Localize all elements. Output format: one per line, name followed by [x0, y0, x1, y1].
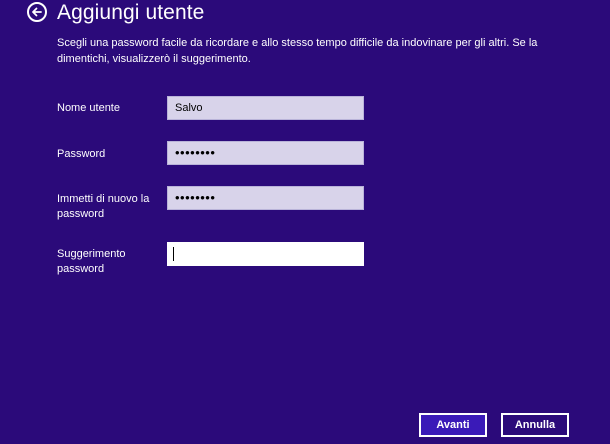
password-hint-label: Suggerimento password: [57, 248, 126, 275]
next-button[interactable]: Avanti: [419, 413, 487, 437]
back-arrow-icon: [32, 7, 42, 17]
cancel-button[interactable]: Annulla: [501, 413, 569, 437]
password-value: ••••••••: [175, 145, 216, 160]
confirm-password-field[interactable]: ••••••••: [167, 186, 364, 210]
confirm-password-value: ••••••••: [175, 190, 216, 205]
username-value: Salvo: [175, 102, 203, 114]
page-title: Aggiungi utente: [57, 1, 205, 24]
instructions-text: Scegli una password facile da ricordare …: [57, 37, 538, 65]
username-field[interactable]: Salvo: [167, 96, 364, 120]
password-label: Password: [57, 148, 106, 160]
password-field[interactable]: ••••••••: [167, 141, 364, 165]
confirm-password-label: Immetti di nuovo la password: [57, 193, 150, 220]
back-button[interactable]: [27, 2, 47, 22]
username-label: Nome utente: [57, 102, 120, 114]
password-hint-field[interactable]: [167, 242, 364, 266]
text-caret: [173, 247, 174, 262]
